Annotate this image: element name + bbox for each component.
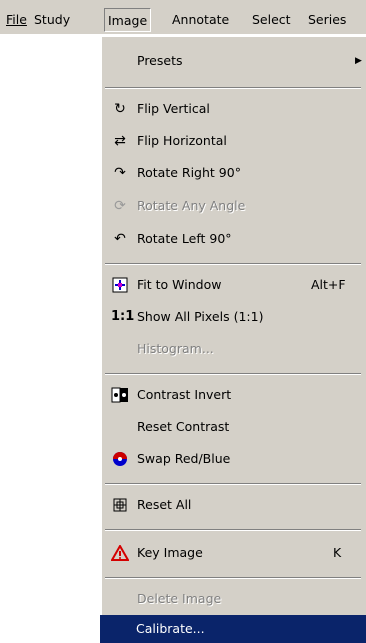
menu-item-calibrate[interactable]: Calibrate... xyxy=(100,615,366,643)
menu-item-label: Calibrate... xyxy=(136,621,205,636)
menu-bar: File Study Image Annotate Select Series xyxy=(0,0,366,34)
menu-item-rotate-left[interactable]: ↶ Rotate Left 90° xyxy=(101,225,365,253)
menu-study[interactable]: Study xyxy=(34,9,70,31)
menu-separator xyxy=(105,373,361,375)
rotate-left-icon: ↶ xyxy=(114,231,126,247)
contrast-invert-icon xyxy=(111,387,129,403)
menu-separator xyxy=(105,577,361,579)
menu-item-label: Fit to Window xyxy=(137,277,222,292)
swap-red-blue-icon xyxy=(111,451,129,467)
menu-item-histogram: Histogram... xyxy=(101,335,365,363)
menu-separator xyxy=(105,483,361,485)
menu-item-label: Delete Image xyxy=(137,591,222,606)
menu-item-label: Contrast Invert xyxy=(137,387,232,402)
shortcut-label: Alt+F xyxy=(311,277,346,292)
menu-item-label: Histogram... xyxy=(137,341,214,356)
fit-to-window-icon xyxy=(111,277,129,293)
menu-select[interactable]: Select xyxy=(252,9,291,31)
menu-item-label: Rotate Left 90° xyxy=(137,231,232,246)
menu-item-label: Flip Horizontal xyxy=(137,133,227,148)
menu-separator xyxy=(105,87,361,89)
shortcut-label: K xyxy=(333,545,342,560)
menu-item-label: Presets xyxy=(137,53,183,68)
menu-separator xyxy=(105,529,361,531)
menu-item-rotate-right[interactable]: ↷ Rotate Right 90° xyxy=(101,159,365,187)
menu-item-reset-all[interactable]: Reset All xyxy=(101,491,365,519)
menu-item-label: Show All Pixels (1:1) xyxy=(137,309,264,324)
menu-item-label: Rotate Right 90° xyxy=(137,165,241,180)
menu-item-presets[interactable]: Presets ▶ xyxy=(101,47,365,75)
menu-item-flip-horizontal[interactable]: ⇄ Flip Horizontal xyxy=(101,127,365,155)
rotate-right-icon: ↷ xyxy=(114,165,126,181)
menu-item-flip-vertical[interactable]: ↻ Flip Vertical xyxy=(101,95,365,123)
menu-item-delete-image: Delete Image xyxy=(101,585,365,613)
one-to-one-icon: 1:1 xyxy=(111,309,135,324)
menu-item-label: Reset Contrast xyxy=(137,419,230,434)
menu-item-rotate-any-angle: ⟳ Rotate Any Angle xyxy=(101,192,365,220)
menu-separator xyxy=(105,263,361,265)
menu-series[interactable]: Series xyxy=(308,9,346,31)
menu-item-label: Reset All xyxy=(137,497,192,512)
menu-item-fit-to-window[interactable]: Fit to Window Alt+F xyxy=(101,271,365,299)
submenu-arrow-icon: ▶ xyxy=(355,56,362,66)
image-menu-dropdown: Presets ▶ ↻ Flip Vertical ⇄ Flip Horizon… xyxy=(100,36,366,643)
menu-item-reset-contrast[interactable]: Reset Contrast xyxy=(101,413,365,441)
menu-item-label: Swap Red/Blue xyxy=(137,451,231,466)
menu-item-contrast-invert[interactable]: Contrast Invert xyxy=(101,381,365,409)
menu-item-swap-red-blue[interactable]: Swap Red/Blue xyxy=(101,445,365,473)
menu-file[interactable]: File xyxy=(6,9,27,31)
menu-image[interactable]: Image xyxy=(104,8,152,32)
menu-annotate[interactable]: Annotate xyxy=(172,9,229,31)
reset-all-icon xyxy=(111,497,129,513)
menu-item-label: Rotate Any Angle xyxy=(137,198,246,213)
warning-icon xyxy=(110,543,130,561)
menu-item-key-image[interactable]: Key Image K xyxy=(101,539,365,567)
rotate-any-angle-icon: ⟳ xyxy=(114,198,126,214)
menu-item-label: Key Image xyxy=(137,545,203,560)
flip-vertical-icon: ↻ xyxy=(114,101,126,117)
menu-item-show-all-pixels[interactable]: 1:1 Show All Pixels (1:1) xyxy=(101,303,365,331)
menu-item-label: Flip Vertical xyxy=(137,101,210,116)
flip-horizontal-icon: ⇄ xyxy=(114,133,126,149)
